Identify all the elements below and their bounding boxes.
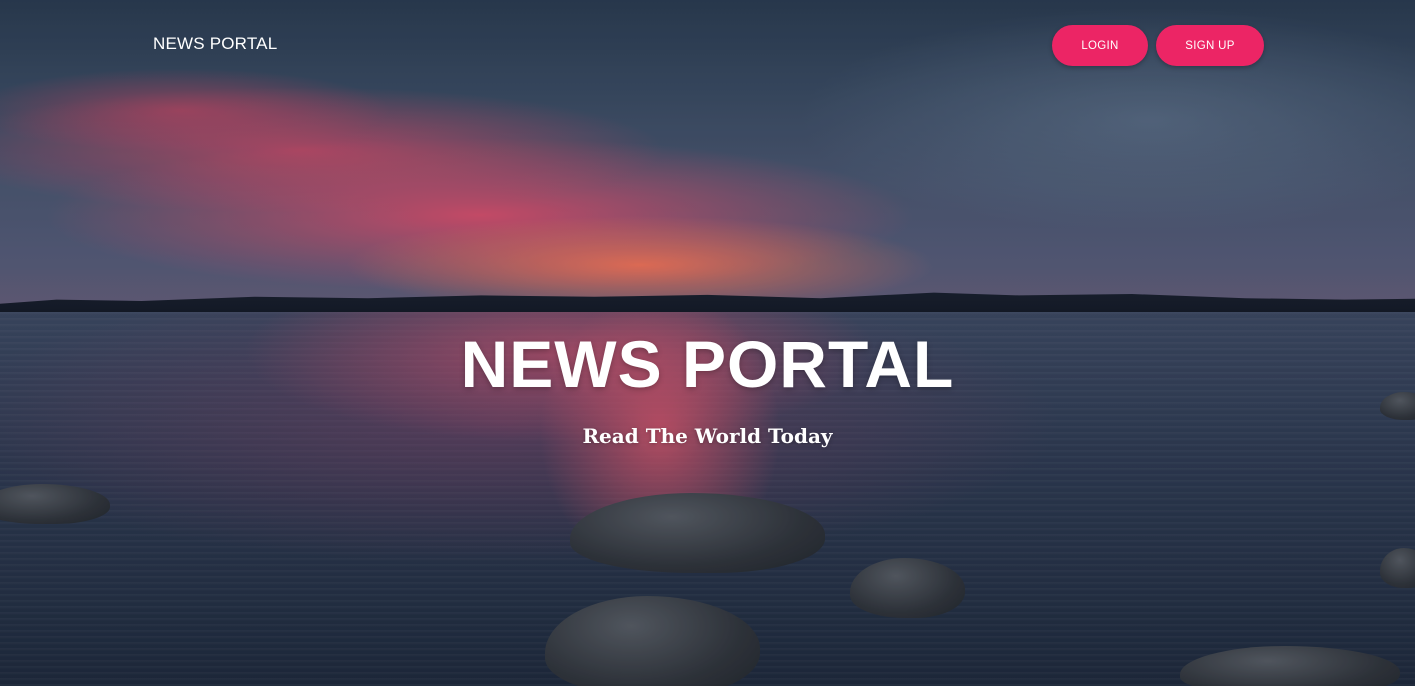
hero-tagline: Read The World Today (582, 424, 833, 448)
login-button[interactable]: LOGIN (1052, 25, 1148, 66)
hero-title: NEWS PORTAL (460, 327, 955, 401)
brand-logo-text[interactable]: NEWS PORTAL (153, 34, 277, 54)
signup-button[interactable]: SIGN UP (1156, 25, 1264, 66)
